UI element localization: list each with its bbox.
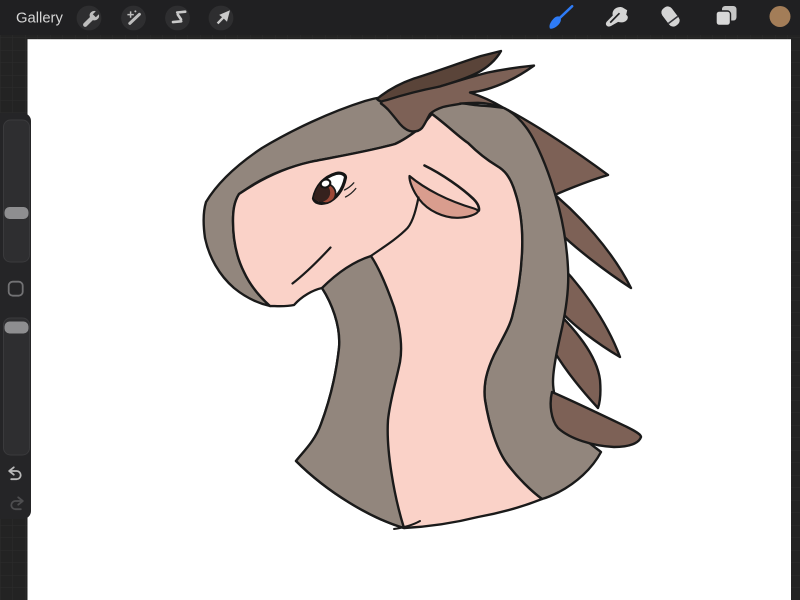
svg-text:Gallery: Gallery — [16, 11, 63, 27]
